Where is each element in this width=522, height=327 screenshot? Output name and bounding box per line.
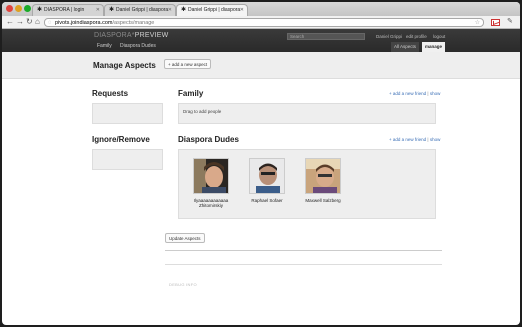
aspect-links-family: + add a new friend | show: [389, 91, 441, 96]
bookmark-star-icon[interactable]: ☆: [475, 19, 480, 27]
show-link[interactable]: show: [430, 137, 441, 142]
tab-strip: ✱ DIASPORA | login ✕ ✱ Daniel Grippi | dia…: [2, 2, 520, 16]
add-friend-link[interactable]: + add a new friend: [389, 137, 426, 142]
person-card[interactable]: Ilyaaaaaaaaaaaa Zhitomirskiy: [189, 158, 233, 208]
avatar: [249, 158, 285, 194]
page-title: Manage Aspects: [93, 61, 156, 70]
close-tab-icon[interactable]: ✕: [168, 5, 172, 16]
address-bar[interactable]: ◌ pivots.joindiaspora.com/aspects/manage…: [44, 18, 484, 27]
requests-dropzone[interactable]: [92, 103, 163, 124]
forward-arrow-icon[interactable]: →: [16, 17, 24, 27]
close-tab-icon[interactable]: ✕: [240, 5, 244, 16]
site-header: DIASPORA*PREVIEW Family Diaspora Dudes S…: [2, 29, 520, 52]
close-tab-icon[interactable]: ✕: [96, 5, 100, 16]
aspect-dropzone-family[interactable]: Drag to add people: [178, 103, 436, 124]
nav-aspect-diaspora-dudes[interactable]: Diaspora Dudes: [120, 43, 156, 49]
person-name: Raphael Sofaer: [251, 198, 283, 203]
browser-toolbar: ← → ↻ ⌂ ◌ pivots.joindiaspora.com/aspect…: [2, 16, 520, 29]
show-link[interactable]: show: [430, 91, 441, 96]
tab-all-aspects[interactable]: All Aspects: [391, 42, 420, 52]
aspect-title-family: Family: [178, 89, 204, 98]
browser-tab-active[interactable]: ✱ Daniel Grippi | diaspora ✕: [176, 4, 248, 16]
nav-aspect-family[interactable]: Family: [97, 43, 112, 49]
logout-link[interactable]: logout: [433, 34, 445, 39]
back-arrow-icon[interactable]: ←: [6, 17, 14, 27]
home-icon[interactable]: ⌂: [35, 17, 40, 27]
avatar: [305, 158, 341, 194]
wrench-icon[interactable]: ✎: [507, 17, 513, 25]
aspect-dropzone-diaspora-dudes[interactable]: Ilyaaaaaaaaaaaa Zhitomirskiy Raphael Sof…: [178, 149, 436, 219]
requests-title: Requests: [92, 89, 129, 98]
page-subheader: Manage Aspects + add a new aspect: [2, 52, 520, 79]
page-icon: ◌: [48, 20, 52, 26]
drag-hint: Drag to add people: [183, 109, 222, 114]
diaspora-logo[interactable]: DIASPORA*PREVIEW: [94, 32, 168, 39]
edit-profile-link[interactable]: edit profile: [406, 34, 427, 39]
diaspora-asterisk-icon: ✱: [181, 7, 187, 13]
add-friend-link[interactable]: + add a new friend: [389, 91, 426, 96]
person-name: Ilyaaaaaaaaaaaa Zhitomirskiy: [193, 198, 229, 208]
minimize-window-icon[interactable]: [15, 5, 22, 12]
divider: [165, 264, 442, 265]
ignore-remove-dropzone[interactable]: [92, 149, 163, 170]
reload-icon[interactable]: ↻: [26, 17, 33, 27]
zoom-window-icon[interactable]: [24, 5, 31, 12]
search-input[interactable]: Search: [287, 33, 365, 40]
browser-tab-login[interactable]: ✱ DIASPORA | login ✕: [32, 4, 104, 16]
browser-tab-profile[interactable]: ✱ Daniel Grippi | diaspora ✕: [104, 4, 176, 16]
person-card[interactable]: Maxwell Salzberg: [301, 158, 345, 203]
close-window-icon[interactable]: [6, 5, 13, 12]
avatar: [193, 158, 229, 194]
aspect-title-diaspora-dudes: Diaspora Dudes: [178, 135, 239, 144]
browser-window: ✱ DIASPORA | login ✕ ✱ Daniel Grippi | dia…: [2, 2, 520, 325]
person-card[interactable]: Raphael Sofaer: [245, 158, 289, 203]
debug-info[interactable]: DEBUG INFO: [169, 282, 197, 287]
update-aspects-button[interactable]: Update Aspects: [165, 233, 205, 243]
person-name: Maxwell Salzberg: [305, 198, 341, 203]
diaspora-asterisk-icon: ✱: [109, 7, 115, 13]
ignore-remove-title: Ignore/Remove: [92, 135, 150, 144]
divider: [165, 250, 442, 251]
gmail-icon[interactable]: [491, 19, 500, 26]
tab-manage[interactable]: manage: [422, 42, 446, 52]
aspect-links-diaspora-dudes: + add a new friend | show: [389, 137, 441, 142]
add-aspect-button[interactable]: + add a new aspect: [164, 59, 212, 69]
user-name-link[interactable]: Daniel Grippi: [376, 34, 402, 39]
diaspora-asterisk-icon: ✱: [37, 7, 43, 13]
